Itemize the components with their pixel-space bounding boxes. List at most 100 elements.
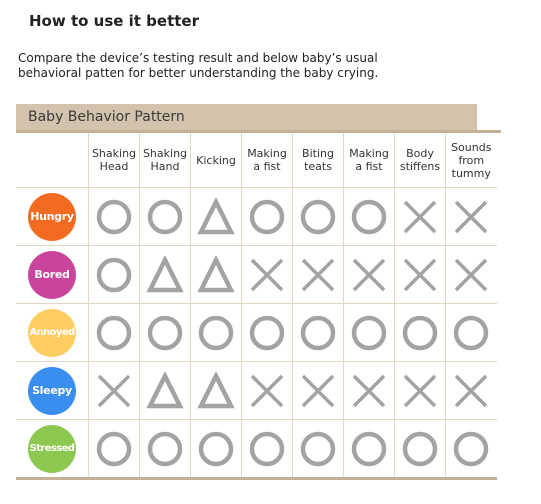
pattern-cell: [292, 303, 344, 362]
circle-icon: [395, 430, 445, 468]
pattern-cell: [445, 419, 497, 480]
pattern-cell: [241, 245, 293, 304]
pattern-cell: [139, 245, 191, 304]
column-header: Biting teats: [292, 133, 344, 188]
pattern-cell: [241, 419, 293, 480]
column-header-line: tummy: [451, 166, 491, 180]
cross-icon: [89, 372, 139, 410]
pattern-cell: [445, 361, 497, 420]
cross-icon: [344, 256, 394, 294]
pattern-cell: [190, 245, 242, 304]
pattern-cell: [292, 419, 344, 480]
circle-icon: [191, 314, 241, 352]
triangle-icon: [140, 371, 190, 410]
table-row-hungry: Hungry: [16, 187, 497, 246]
circle-icon: [395, 314, 445, 352]
circle-icon: [89, 198, 139, 236]
table-row-annoyed: Annoyed: [16, 303, 497, 362]
row-label-cell: Hungry: [16, 187, 89, 246]
pattern-cell: [394, 187, 446, 246]
page-title: How to use it better: [29, 12, 199, 30]
circle-icon: [293, 198, 343, 236]
pattern-cell: [343, 361, 395, 420]
column-header-line: Shaking: [91, 147, 137, 160]
column-header-line: Head: [99, 160, 129, 173]
column-header-line: Kicking: [196, 153, 236, 167]
pattern-cell: [190, 361, 242, 420]
table-header-row: Shaking Head Shaking Hand Kicking Making a fis…: [16, 133, 497, 188]
pattern-cell: [139, 361, 191, 420]
circle-icon: [242, 198, 292, 236]
column-header: Shaking Head: [88, 133, 140, 188]
column-header-line: teats: [304, 160, 332, 173]
cross-icon: [344, 372, 394, 410]
column-header-line: Body: [406, 147, 434, 160]
state-badge-stressed: Stressed: [28, 424, 76, 473]
state-badge-hungry: Hungry: [28, 192, 76, 241]
circle-icon: [242, 430, 292, 468]
table-row-bored: Bored: [16, 245, 497, 304]
cross-icon: [395, 198, 445, 236]
column-header-line: a fist: [355, 160, 383, 173]
column-header: Making a fist: [241, 133, 293, 188]
column-header: Kicking: [190, 133, 242, 188]
pattern-cell: [292, 187, 344, 246]
column-header-line: Sounds: [451, 140, 492, 154]
pattern-cell: [292, 245, 344, 304]
pattern-cell: [394, 419, 446, 480]
column-header-line: Biting: [302, 147, 334, 160]
pattern-cell: [445, 245, 497, 304]
cross-icon: [446, 372, 497, 410]
pattern-cell: [394, 303, 446, 362]
state-badge-annoyed: Annoyed: [28, 308, 76, 357]
cross-icon: [293, 372, 343, 410]
state-badge-bored: Bored: [28, 250, 76, 299]
pattern-cell: [88, 187, 140, 246]
pattern-cell: [343, 419, 395, 480]
pattern-cell: [445, 187, 497, 246]
triangle-icon: [191, 371, 241, 410]
pattern-cell: [139, 303, 191, 362]
pattern-cell: [241, 303, 293, 362]
pattern-cell: [190, 187, 242, 246]
column-header: Sounds from tummy: [445, 133, 497, 188]
column-header-line: Making: [247, 147, 287, 160]
pattern-cell: [445, 303, 497, 362]
triangle-icon: [191, 255, 241, 294]
row-label-cell: Sleepy: [16, 361, 89, 420]
pattern-cell: [88, 419, 140, 480]
column-header-line: Making: [349, 147, 389, 160]
cross-icon: [293, 256, 343, 294]
pattern-cell: [394, 361, 446, 420]
pattern-cell: [88, 361, 140, 420]
circle-icon: [344, 198, 394, 236]
pattern-cell: [343, 303, 395, 362]
column-header: Shaking Hand: [139, 133, 191, 188]
pattern-cell: [88, 245, 140, 304]
cross-icon: [242, 372, 292, 410]
circle-icon: [89, 314, 139, 352]
circle-icon: [344, 430, 394, 468]
circle-icon: [89, 430, 139, 468]
column-header-line: from: [458, 153, 485, 167]
cross-icon: [395, 372, 445, 410]
pattern-cell: [394, 245, 446, 304]
cross-icon: [242, 256, 292, 294]
pattern-cell: [139, 187, 191, 246]
pattern-cell: [190, 419, 242, 480]
circle-icon: [293, 314, 343, 352]
triangle-icon: [140, 255, 190, 294]
column-header: Body stiffens: [394, 133, 446, 188]
row-label-cell: Bored: [16, 245, 89, 304]
pattern-cell: [343, 187, 395, 246]
table-heading-banner: Baby Behavior Pattern: [16, 104, 477, 132]
circle-icon: [293, 430, 343, 468]
cross-icon: [395, 256, 445, 294]
circle-icon: [191, 430, 241, 468]
state-badge-sleepy: Sleepy: [28, 366, 76, 415]
table-row-stressed: Stressed: [16, 419, 497, 480]
pattern-cell: [88, 303, 140, 362]
triangle-icon: [191, 197, 241, 236]
circle-icon: [344, 314, 394, 352]
circle-icon: [140, 314, 190, 352]
